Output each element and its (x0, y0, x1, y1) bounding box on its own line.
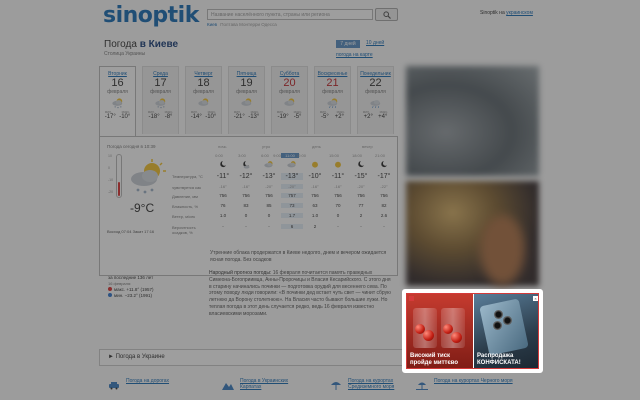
ad-card-right[interactable]: × Распродажа КОНФИСКАТА! (474, 294, 538, 368)
camera-lens (503, 316, 512, 325)
page: sinoptik Название населённого пункта, ст… (0, 0, 640, 400)
phone-image (479, 298, 529, 356)
camera-lens (494, 310, 503, 319)
ad-popup[interactable]: Високий тиск пройде миттєво × Распродажа… (402, 289, 543, 373)
camera-lens (493, 321, 502, 330)
ad-card-left[interactable]: Високий тиск пройде миттєво (407, 294, 473, 368)
berry-image (443, 324, 453, 334)
ad-badge-icon (409, 296, 414, 301)
ad-left-text: Високий тиск пройде миттєво (410, 353, 459, 366)
berry-image (423, 330, 434, 341)
modal-overlay (0, 0, 640, 400)
ad-right-text: Распродажа КОНФИСКАТА! (477, 353, 521, 366)
berry-image (451, 332, 462, 343)
ad-frame: Високий тиск пройде миттєво × Распродажа… (406, 293, 539, 369)
close-icon[interactable]: × (533, 296, 538, 301)
